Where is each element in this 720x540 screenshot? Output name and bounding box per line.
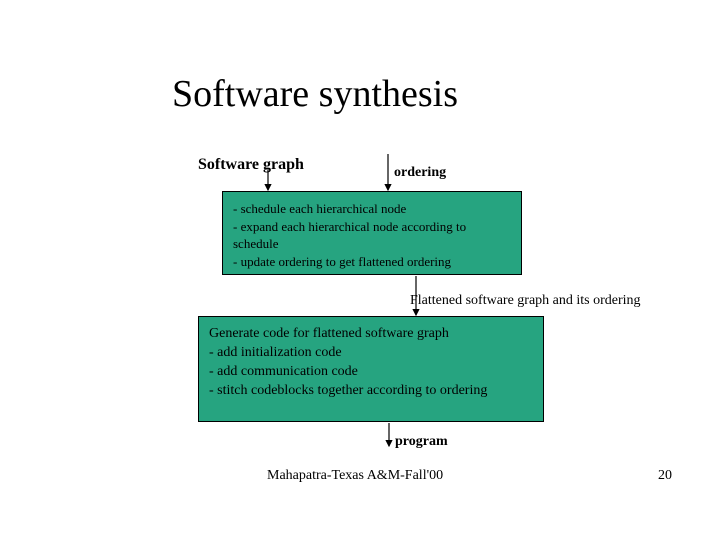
process-box-1: - schedule each hierarchical node - expa…: [222, 191, 522, 275]
slide-title: Software synthesis: [172, 72, 458, 116]
label-software-graph: Software graph: [198, 156, 304, 174]
box1-line: - update ordering to get flattened order…: [233, 253, 511, 271]
label-flattened-graph: Flattened software graph and its orderin…: [410, 293, 641, 309]
box2-line: - add initialization code: [209, 344, 533, 363]
footer-attribution: Mahapatra-Texas A&M-Fall'00: [267, 468, 443, 484]
box1-line: - expand each hierarchical node accordin…: [233, 218, 511, 236]
box2-line: - add communication code: [209, 363, 533, 382]
box1-line: schedule: [233, 235, 511, 253]
label-ordering: ordering: [394, 165, 446, 181]
box1-line: - schedule each hierarchical node: [233, 200, 511, 218]
box2-line: Generate code for flattened software gra…: [209, 325, 533, 344]
process-box-2: Generate code for flattened software gra…: [198, 316, 544, 422]
box2-line: - stitch codeblocks together according t…: [209, 382, 533, 401]
page-number: 20: [658, 468, 672, 484]
label-program: program: [395, 434, 448, 450]
